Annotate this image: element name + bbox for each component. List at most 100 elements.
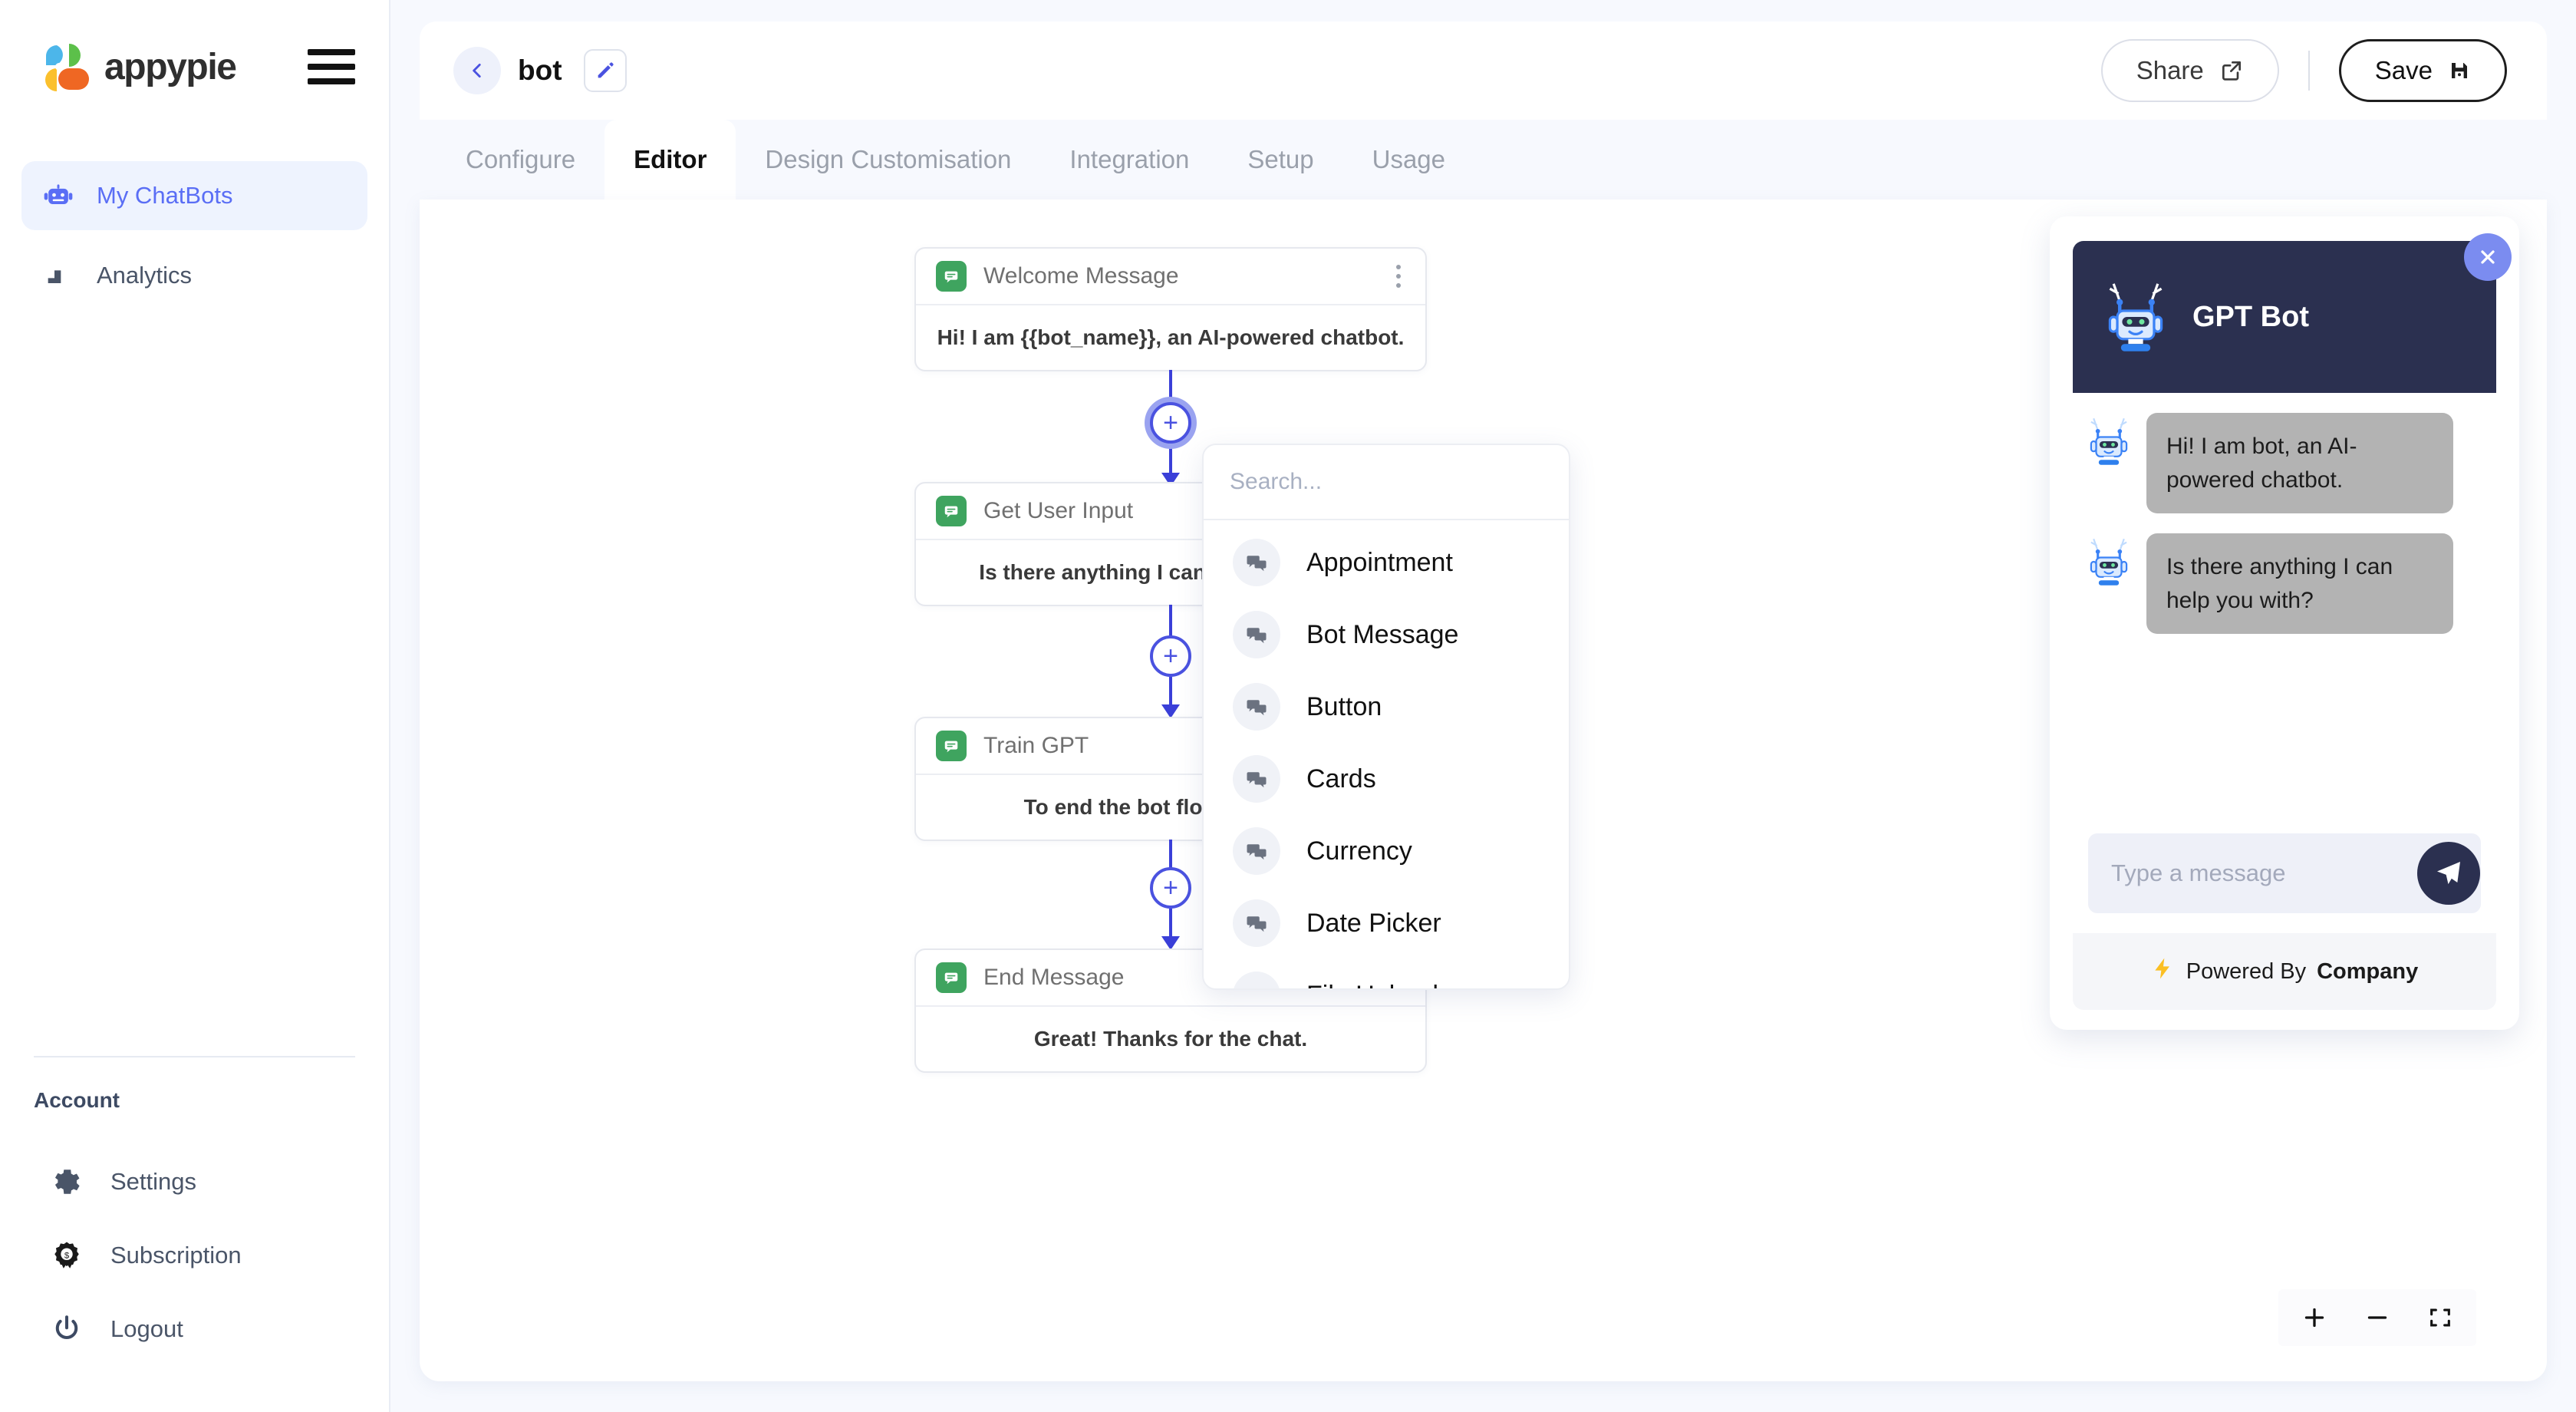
- power-icon: [49, 1311, 84, 1347]
- chat-bubbles-icon: [1233, 899, 1280, 947]
- robot-avatar-icon: [2090, 417, 2128, 465]
- flow-node-menu-icon[interactable]: [1392, 260, 1405, 292]
- dropdown-item-button[interactable]: Button: [1204, 671, 1569, 743]
- chat-bubbles-icon: [1233, 972, 1280, 988]
- chat-bubble: Is there anything I can help you with?: [2146, 533, 2453, 634]
- send-button[interactable]: [2417, 842, 2480, 905]
- search-input[interactable]: [1230, 469, 1543, 495]
- plus-icon: +: [1163, 408, 1178, 437]
- flow-node-header: Welcome Message: [916, 249, 1425, 305]
- tab-usage[interactable]: Usage: [1343, 120, 1474, 200]
- flow-node-text: Great! Thanks for the chat.: [1033, 1027, 1308, 1051]
- message-icon: [936, 261, 967, 292]
- chat-message: Hi! I am bot, an AI-powered chatbot.: [2084, 413, 2476, 513]
- chat-bubbles-icon: [1233, 827, 1280, 875]
- dropdown-item-label: Date Picker: [1306, 908, 1441, 938]
- pencil-icon: [598, 62, 614, 78]
- add-node-button[interactable]: +: [1150, 402, 1191, 444]
- paper-plane-icon: [2437, 862, 2460, 885]
- plus-icon: +: [1163, 873, 1178, 902]
- tab-editor[interactable]: Editor: [604, 120, 736, 200]
- message-icon: [936, 731, 967, 761]
- lightning-bolt-icon: [2151, 956, 2176, 987]
- dropdown-item-file-upload[interactable]: File Upload: [1204, 959, 1569, 988]
- dropdown-item-label: Appointment: [1306, 547, 1453, 577]
- brand-name: appypie: [104, 46, 237, 87]
- footer-prefix: Powered By: [2186, 958, 2307, 984]
- dropdown-item-bot-message[interactable]: Bot Message: [1204, 599, 1569, 671]
- chat-preview-panel: GPT Bot Hi! I am bot, an AI-powered chat…: [2050, 216, 2519, 1030]
- hamburger-menu-icon[interactable]: [308, 49, 355, 84]
- external-link-icon: [2222, 61, 2241, 81]
- add-node-button[interactable]: +: [1150, 867, 1191, 909]
- chat-bubble: Hi! I am bot, an AI-powered chatbot.: [2146, 413, 2453, 513]
- canvas-zoom-controls: [2278, 1289, 2476, 1346]
- close-preview-button[interactable]: [2464, 233, 2512, 281]
- sidebar-item-analytics[interactable]: Analytics: [21, 241, 367, 310]
- chat-message-list: Hi! I am bot, an AI-powered chatbot. Is …: [2073, 393, 2496, 817]
- flow-node-title: Train GPT: [983, 733, 1089, 758]
- back-button[interactable]: [453, 47, 501, 94]
- brand[interactable]: appypie: [34, 41, 237, 93]
- account-section: Account Settings $ Subscription Logout: [0, 1056, 389, 1412]
- save-button[interactable]: Save: [2338, 39, 2507, 102]
- account-item-logout[interactable]: Logout: [34, 1292, 355, 1366]
- dropdown-item-cards[interactable]: Cards: [1204, 743, 1569, 815]
- robot-icon: [41, 179, 75, 213]
- account-heading: Account: [34, 1088, 120, 1112]
- sidebar-nav: My ChatBots Analytics: [0, 161, 389, 321]
- flow-node-text: Hi! I am {{bot_name}}, an AI-powered cha…: [937, 325, 1405, 349]
- chat-preview-header: GPT Bot: [2073, 241, 2496, 393]
- chat-input-area: [2073, 817, 2496, 933]
- chat-preview-title: GPT Bot: [2192, 300, 2309, 333]
- share-button[interactable]: Share: [2100, 39, 2279, 102]
- account-item-label: Logout: [110, 1315, 183, 1342]
- header-actions: Share Save: [2100, 39, 2507, 102]
- zoom-out-button[interactable]: [2361, 1301, 2393, 1334]
- plus-icon: [2304, 1308, 2324, 1328]
- badge-dollar-icon: $: [49, 1238, 84, 1273]
- account-item-label: Settings: [110, 1168, 197, 1195]
- flow-connector: [1169, 370, 1172, 404]
- account-item-settings[interactable]: Settings: [34, 1145, 355, 1219]
- divider: [2308, 51, 2310, 91]
- bot-title-group: bot: [453, 47, 627, 94]
- add-node-button[interactable]: +: [1150, 635, 1191, 677]
- chevron-left-icon: [473, 64, 481, 78]
- divider: [34, 1056, 355, 1057]
- node-type-dropdown[interactable]: Appointment Bot Message: [1202, 444, 1570, 990]
- edit-bot-name-button[interactable]: [583, 49, 627, 92]
- flow-canvas[interactable]: Welcome Message Hi! I am {{bot_name}}, a…: [420, 200, 2547, 1381]
- chat-bubbles-icon: [1233, 683, 1280, 731]
- save-button-label: Save: [2374, 56, 2433, 84]
- bar-chart-icon: [41, 259, 75, 292]
- tab-integration[interactable]: Integration: [1040, 120, 1218, 200]
- account-item-subscription[interactable]: $ Subscription: [34, 1219, 355, 1292]
- fit-screen-button[interactable]: [2424, 1301, 2456, 1334]
- zoom-in-button[interactable]: [2298, 1301, 2331, 1334]
- topbar: bot Share Save: [420, 21, 2547, 120]
- sidebar-item-label: My ChatBots: [97, 182, 233, 209]
- chat-message: Is there anything I can help you with?: [2084, 533, 2476, 634]
- flow-connector: [1169, 605, 1172, 638]
- flow-node-welcome-message[interactable]: Welcome Message Hi! I am {{bot_name}}, a…: [914, 247, 1427, 371]
- account-item-label: Subscription: [110, 1242, 242, 1268]
- sidebar-header: appypie: [0, 0, 389, 101]
- tab-configure[interactable]: Configure: [436, 120, 604, 200]
- floppy-disk-icon: [2452, 63, 2467, 78]
- gear-icon: [49, 1164, 84, 1199]
- message-input[interactable]: [2111, 859, 2417, 887]
- tab-setup[interactable]: Setup: [1218, 120, 1342, 200]
- fit-screen-icon: [2430, 1308, 2450, 1327]
- dropdown-item-currency[interactable]: Currency: [1204, 815, 1569, 887]
- message-icon: [936, 496, 967, 526]
- chat-preview-footer: Powered By Company: [2073, 933, 2496, 1010]
- tab-design-customisation[interactable]: Design Customisation: [736, 120, 1040, 200]
- dropdown-item-label: Cards: [1306, 764, 1376, 793]
- sidebar-item-my-chatbots[interactable]: My ChatBots: [21, 161, 367, 230]
- dropdown-item-date-picker[interactable]: Date Picker: [1204, 887, 1569, 959]
- tab-bar: Configure Editor Design Customisation In…: [420, 120, 2547, 200]
- minus-icon: [2367, 1316, 2387, 1319]
- svg-text:$: $: [64, 1252, 70, 1261]
- dropdown-item-appointment[interactable]: Appointment: [1204, 526, 1569, 599]
